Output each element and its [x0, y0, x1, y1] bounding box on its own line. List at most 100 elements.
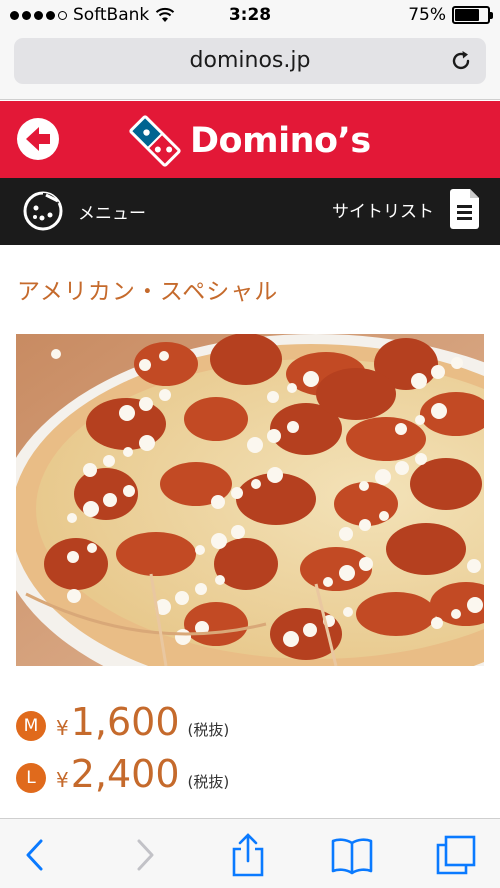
url-text[interactable]: dominos.jp: [14, 48, 486, 73]
browser-toolbar: [0, 818, 500, 888]
cheese-crumble: [467, 597, 483, 613]
browser-chrome: dominos.jp: [0, 32, 500, 100]
currency-symbol: ¥: [56, 716, 69, 740]
back-button[interactable]: [17, 118, 59, 160]
cheese-crumble: [103, 455, 115, 467]
pepperoni-slice: [184, 397, 248, 441]
cheese-crumble: [431, 617, 443, 629]
tax-note: (税抜): [187, 773, 230, 791]
cheese-crumble: [359, 519, 371, 531]
cheese-crumble: [175, 629, 191, 645]
cheese-crumble: [231, 487, 243, 499]
cheese-crumble: [431, 403, 447, 419]
cheese-crumble: [215, 575, 225, 585]
battery-group: 75%: [408, 5, 493, 25]
cheese-crumble: [83, 501, 99, 517]
cheese-crumble: [323, 577, 333, 587]
price-row-l: L ¥ 2,400 (税抜): [16, 752, 229, 804]
pepperoni-slice: [386, 523, 466, 575]
battery-percent: 75%: [408, 5, 446, 25]
cheese-crumble: [267, 429, 281, 443]
pepperoni-slice: [116, 532, 196, 576]
pepperoni-slice: [346, 417, 426, 461]
cheese-crumble: [103, 493, 117, 507]
cheese-crumble: [339, 527, 353, 541]
cheese-crumble: [159, 389, 171, 401]
address-bar[interactable]: dominos.jp: [14, 38, 486, 84]
domino-tile-icon: [129, 115, 181, 167]
cheese-crumble: [51, 349, 61, 359]
cheese-crumble: [303, 371, 319, 387]
cheese-crumble: [411, 373, 427, 389]
sitelist-label: サイトリスト: [332, 201, 434, 222]
cheese-crumble: [267, 391, 279, 403]
cheese-crumble: [139, 435, 155, 451]
cheese-crumble: [431, 365, 445, 379]
pepperoni-slice: [410, 458, 482, 510]
cheese-crumble: [83, 463, 97, 477]
menu-link[interactable]: メニュー: [22, 190, 146, 232]
cheese-crumble: [211, 533, 227, 549]
cheese-crumble: [139, 397, 153, 411]
dominos-logo[interactable]: Domino’s: [126, 113, 386, 169]
cheese-crumble: [139, 359, 151, 371]
logo-wordmark: Domino’s: [190, 121, 371, 161]
cheese-crumble: [87, 543, 97, 553]
price-list: M ¥ 1,600 (税抜) L ¥ 2,400 (税抜): [16, 700, 229, 804]
cheese-crumble: [395, 423, 407, 435]
arrow-left-icon: [26, 127, 50, 151]
cheese-crumble: [339, 565, 355, 581]
cheese-crumble: [267, 467, 283, 483]
battery-icon: [452, 6, 493, 24]
product-title: アメリカン・スペシャル: [17, 279, 279, 305]
cheese-crumble: [375, 469, 391, 485]
cheese-crumble: [359, 557, 373, 571]
cheese-crumble: [415, 453, 427, 465]
price-row-m: M ¥ 1,600 (税抜): [16, 700, 229, 752]
price-amount: 1,600: [70, 700, 180, 744]
brand-header: Domino’s: [0, 101, 500, 178]
cheese-crumble: [343, 607, 353, 617]
cheese-crumble: [67, 589, 81, 603]
currency-symbol: ¥: [56, 768, 69, 792]
cheese-crumble: [467, 559, 481, 573]
cheese-crumble: [67, 513, 77, 523]
pepperoni-slice: [44, 538, 108, 590]
nav-bar: メニュー サイトリスト: [0, 178, 500, 245]
size-badge: M: [16, 711, 46, 741]
cheese-crumble: [287, 421, 299, 433]
cheese-crumble: [123, 485, 135, 497]
cheese-crumble: [395, 461, 409, 475]
share-icon[interactable]: [226, 833, 270, 877]
price-amount: 2,400: [70, 752, 180, 796]
menu-label: メニュー: [78, 203, 146, 224]
tax-note: (税抜): [187, 721, 230, 739]
cheese-crumble: [195, 545, 205, 555]
size-badge: L: [16, 763, 46, 793]
cheese-crumble: [231, 525, 245, 539]
cheese-crumble: [123, 447, 133, 457]
cheese-crumble: [415, 415, 425, 425]
pizza-icon: [23, 191, 63, 231]
forward-icon[interactable]: [122, 833, 166, 877]
reload-icon[interactable]: [448, 48, 474, 74]
cheese-crumble: [359, 481, 369, 491]
document-icon: [450, 189, 479, 229]
bookmarks-icon[interactable]: [330, 833, 374, 877]
cheese-crumble: [175, 591, 189, 605]
cheese-crumble: [211, 495, 225, 509]
pizza-photo: [16, 334, 484, 666]
sitelist-link[interactable]: サイトリスト: [332, 188, 480, 230]
cheese-crumble: [67, 551, 79, 563]
cheese-crumble: [379, 511, 389, 521]
cheese-crumble: [247, 437, 263, 453]
cheese-crumble: [195, 583, 207, 595]
cheese-crumble: [451, 609, 461, 619]
cheese-crumble: [303, 623, 317, 637]
back-icon[interactable]: [14, 833, 58, 877]
status-bar: SoftBank 3:28 75%: [0, 0, 500, 32]
pepperoni-slice: [316, 368, 396, 420]
pepperoni-slice: [184, 602, 248, 646]
tabs-icon[interactable]: [434, 833, 478, 877]
cheese-crumble: [119, 405, 135, 421]
